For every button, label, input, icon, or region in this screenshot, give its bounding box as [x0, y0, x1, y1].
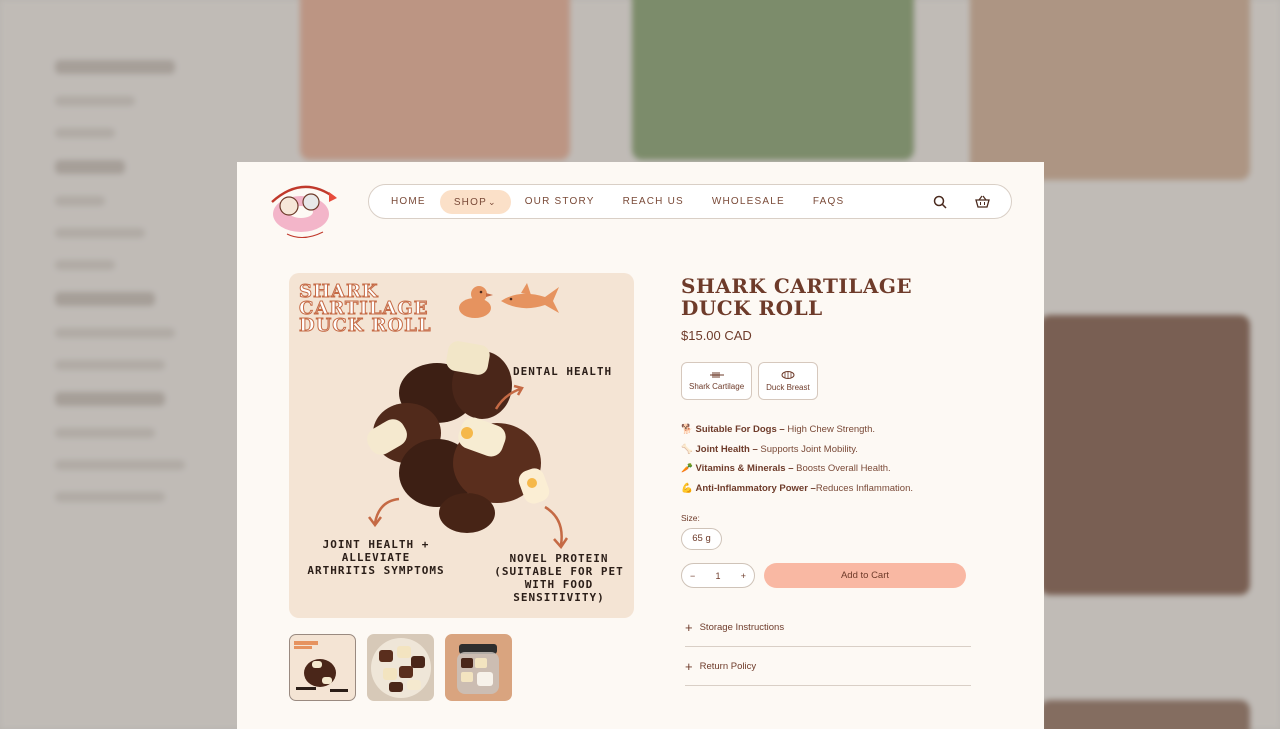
arrow-icon — [368, 497, 400, 528]
feature-list: 🐕 Suitable For Dogs – High Chew Strength… — [681, 420, 913, 498]
feature-item: 🐕 Suitable For Dogs – High Chew Strength… — [681, 420, 913, 440]
nav-home[interactable]: HOME — [377, 190, 440, 214]
accordion-storage-instructions[interactable]: + Storage Instructions — [685, 608, 971, 647]
image-title: SHARK CARTILAGE DUCK ROLL — [299, 282, 432, 336]
thumbnail-3[interactable] — [445, 634, 512, 701]
ingredient-chips: Shark Cartilage Duck Breast — [681, 362, 818, 400]
accordion-label: Return Policy — [699, 660, 757, 672]
quantity-stepper: − 1 + — [681, 563, 755, 588]
search-icon[interactable] — [931, 193, 949, 211]
thumbnail-gallery — [289, 634, 512, 701]
image-label-novel-protein: NOVEL PROTEIN (SUITABLE FOR PET WITH FOO… — [489, 552, 629, 604]
product-title-line: DUCK ROLL — [681, 296, 823, 320]
plus-icon: + — [685, 619, 693, 635]
nav-shop[interactable]: SHOP⌄ — [439, 189, 511, 214]
nav-faqs[interactable]: FAQS — [799, 190, 858, 214]
size-option-65g[interactable]: 65 g — [681, 528, 722, 550]
flexed-arm-icon: 💪 — [681, 482, 693, 494]
feature-item: 🦴 Joint Health – Supports Joint Mobility… — [681, 440, 913, 460]
image-label-dental: DENTAL HEALTH — [513, 365, 613, 378]
ingredient-label: Duck Breast — [766, 382, 810, 392]
nav-wholesale[interactable]: WHOLESALE — [698, 190, 799, 214]
plus-icon: + — [685, 658, 693, 674]
feature-bold: Anti-Inflammatory Power – — [695, 482, 816, 494]
thumbnail-1[interactable] — [289, 634, 356, 701]
main-product-image[interactable]: SHARK CARTILAGE DUCK ROLL DENTAL HEALTH … — [289, 273, 634, 618]
accordion-return-policy[interactable]: + Return Policy — [685, 647, 971, 686]
arrow-icon — [544, 505, 569, 549]
qty-increase-button[interactable]: + — [741, 571, 746, 581]
product-price: $15.00 CAD — [681, 328, 752, 343]
qty-decrease-button[interactable]: − — [690, 571, 695, 581]
nav-reach-us[interactable]: REACH US — [609, 190, 698, 214]
qty-value[interactable]: 1 — [715, 571, 720, 581]
image-label-line: JOINT HEALTH + — [322, 538, 430, 551]
carrot-icon: 🥕 — [681, 463, 693, 474]
product-title-line: SHARK CARTILAGE — [681, 274, 913, 298]
accordion-label: Storage Instructions — [699, 621, 785, 633]
ingredient-label: Shark Cartilage — [689, 381, 745, 391]
image-label-line: ARTHRITIS SYMPTOMS — [307, 564, 445, 577]
feature-item: 🥕 Vitamins & Minerals – Boosts Overall H… — [681, 459, 913, 479]
main-navigation: HOME SHOP⌄ OUR STORY REACH US WHOLESALE … — [368, 184, 1012, 219]
image-label-joint: JOINT HEALTH + ALLEVIATE ARTHRITIS SYMPT… — [301, 538, 451, 577]
image-label-line: SENSITIVITY) — [513, 591, 605, 604]
nav-shop-label: SHOP — [453, 196, 487, 208]
size-label: Size: — [681, 513, 700, 523]
duck-illustration-icon — [459, 286, 493, 318]
feature-text: High Chew Strength. — [784, 424, 875, 435]
feature-text: Boosts Overall Health. — [793, 463, 891, 474]
feature-bold: Vitamins & Minerals – — [695, 463, 794, 474]
feature-text: Supports Joint Mobility. — [757, 443, 858, 455]
quick-view-modal: HOME SHOP⌄ OUR STORY REACH US WHOLESALE … — [237, 162, 1044, 729]
arrow-icon — [494, 384, 524, 410]
thumbnail-2[interactable] — [367, 634, 434, 701]
bone-icon: 🦴 — [681, 443, 693, 455]
image-label-line: WITH FOOD — [524, 578, 594, 591]
ingredient-chip-shark-cartilage: Shark Cartilage — [681, 362, 753, 400]
image-label-line: NOVEL PROTEIN — [509, 552, 609, 565]
ingredient-chip-duck-breast: Duck Breast — [758, 362, 818, 400]
feature-text: Reduces Inflammation. — [815, 482, 914, 494]
product-title: SHARK CARTILAGE DUCK ROLL — [681, 275, 941, 319]
duck-breast-icon — [781, 370, 795, 379]
shark-illustration-icon — [501, 283, 559, 313]
image-title-line: DUCK ROLL — [299, 315, 432, 336]
image-label-line: ALLEVIATE — [341, 551, 411, 564]
furrytales-logo[interactable] — [267, 172, 339, 244]
chevron-down-icon: ⌄ — [487, 196, 497, 207]
image-label-line: (SUITABLE FOR PET — [494, 565, 624, 578]
feature-bold: Joint Health – — [695, 443, 758, 455]
feature-bold: Suitable For Dogs – — [695, 424, 785, 435]
nav-our-story[interactable]: OUR STORY — [511, 190, 609, 214]
dog-icon: 🐕 — [681, 424, 693, 435]
basket-icon[interactable] — [973, 193, 991, 211]
add-to-cart-button[interactable]: Add to Cart — [764, 563, 966, 588]
fishbone-icon — [709, 371, 724, 378]
feature-item: 💪 Anti-Inflammatory Power –Reduces Infla… — [681, 479, 913, 499]
